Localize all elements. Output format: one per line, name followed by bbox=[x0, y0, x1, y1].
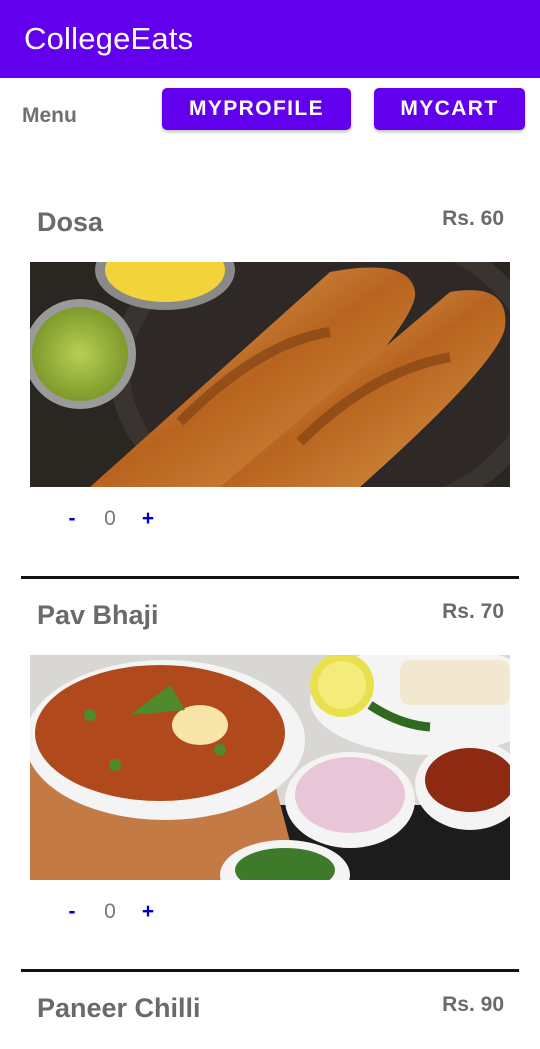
my-profile-button[interactable]: MYPROFILE bbox=[162, 88, 351, 130]
item-price: Rs. 70 bbox=[442, 600, 504, 623]
decrease-button[interactable]: - bbox=[62, 507, 82, 531]
menu-label: Menu bbox=[22, 104, 77, 127]
item-price: Rs. 60 bbox=[442, 207, 504, 230]
increase-button[interactable]: + bbox=[138, 507, 158, 531]
quantity-stepper: - 0 + bbox=[62, 507, 158, 531]
pav-bhaji-image bbox=[30, 655, 510, 880]
item-name: Pav Bhaji bbox=[37, 600, 159, 630]
item-name: Paneer Chilli bbox=[37, 993, 201, 1023]
app-title: CollegeEats bbox=[24, 21, 194, 56]
menu-toolbar: Menu MYPROFILE MYCART bbox=[0, 78, 540, 158]
decrease-button[interactable]: - bbox=[62, 900, 82, 924]
item-divider bbox=[21, 969, 519, 972]
dosa-image bbox=[30, 262, 510, 487]
quantity-value: 0 bbox=[104, 507, 116, 530]
quantity-stepper: - 0 + bbox=[62, 900, 158, 924]
item-divider bbox=[21, 576, 519, 579]
quantity-value: 0 bbox=[104, 900, 116, 923]
item-price: Rs. 90 bbox=[442, 993, 504, 1016]
my-cart-button[interactable]: MYCART bbox=[374, 88, 525, 130]
app-bar: CollegeEats bbox=[0, 0, 540, 78]
item-name: Dosa bbox=[37, 207, 104, 237]
increase-button[interactable]: + bbox=[138, 900, 158, 924]
